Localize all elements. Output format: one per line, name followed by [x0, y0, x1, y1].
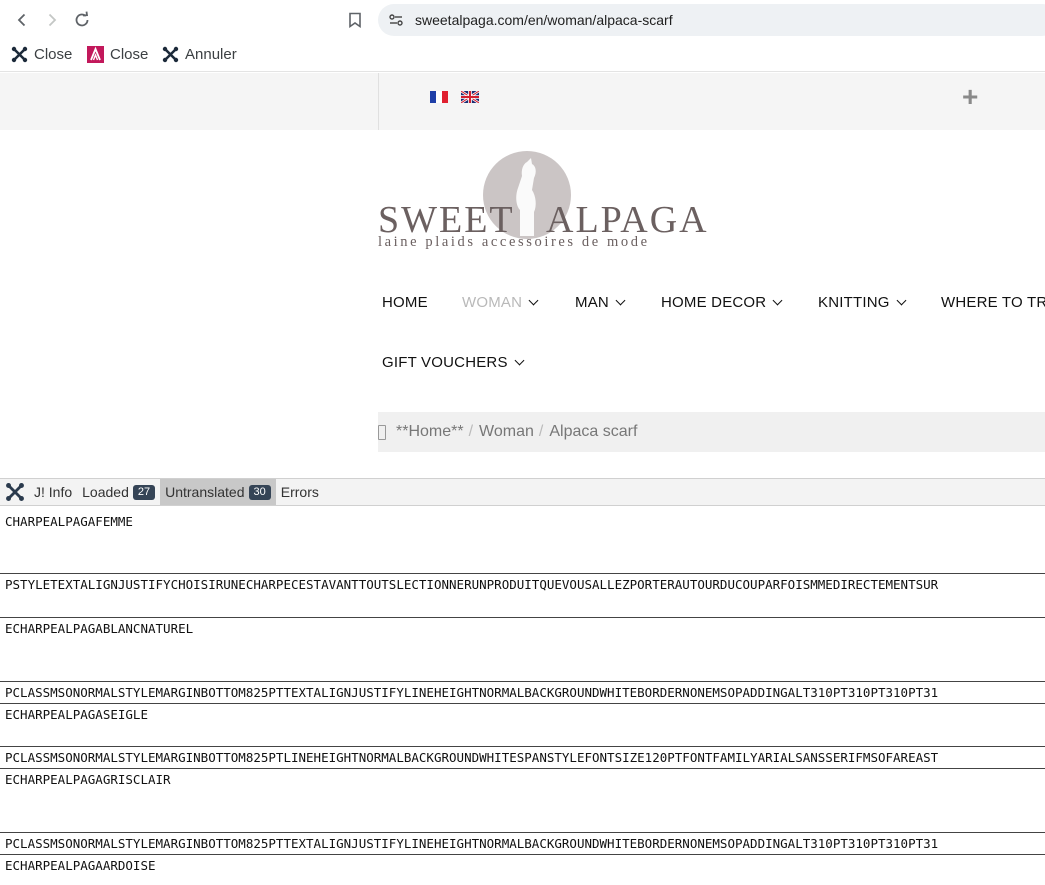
chevron-down-icon [528, 295, 539, 306]
divider [0, 832, 1045, 833]
debug-tab-label: J! Info [34, 484, 73, 500]
bookmark-label: Annuler [185, 46, 237, 63]
bookmark-icon[interactable] [343, 8, 367, 32]
site-info-icon[interactable] [388, 12, 404, 28]
menu-item-home[interactable]: HOME [382, 294, 428, 311]
divider [0, 573, 1045, 574]
plus-icon[interactable]: + [962, 81, 978, 113]
menu-item-home-decor[interactable]: HOME DECOR [661, 294, 783, 311]
forward-icon[interactable] [40, 8, 64, 32]
logo-tagline: laine plaids accessoires de mode [378, 234, 650, 250]
chevron-down-icon [615, 295, 626, 306]
menu-label: WOMAN [462, 294, 523, 311]
back-icon[interactable] [10, 8, 34, 32]
debug-tab-errors[interactable]: Errors [276, 479, 324, 505]
menu-item-where-to[interactable]: WHERE TO TR [941, 294, 1045, 311]
debug-tab-label: Loaded [82, 484, 129, 500]
divider [0, 854, 1045, 855]
breadcrumb-separator: / [468, 423, 474, 440]
list-item: PSTYLETEXTALIGNJUSTIFYCHOISIRUNECHARPECE… [5, 577, 939, 592]
chevron-down-icon [514, 355, 525, 366]
breadcrumb-current: Alpaca scarf [549, 423, 638, 440]
reload-icon[interactable] [70, 8, 94, 32]
menu-label: HOME DECOR [661, 294, 767, 311]
debug-tab-label: Untranslated [165, 484, 245, 500]
list-item: ECHARPEALPAGABLANCNATUREL [5, 621, 194, 636]
list-item: ECHARPEALPAGAGRISCLAIR [5, 772, 171, 787]
list-item: PCLASSMSONORMALSTYLEMARGINBOTTOM825PTLIN… [5, 750, 939, 765]
list-item: PCLASSMSONORMALSTYLEMARGINBOTTOM825PTTEX… [5, 836, 939, 851]
menu-label: WHERE TO TR [941, 294, 1045, 311]
list-item: CHARPEALPAGAFEMME [5, 514, 133, 529]
divider [0, 768, 1045, 769]
menu-item-knitting[interactable]: KNITTING [818, 294, 907, 311]
french-flag-icon[interactable] [430, 91, 448, 103]
divider [0, 617, 1045, 618]
divider [0, 703, 1045, 704]
menu-label: KNITTING [818, 294, 890, 311]
count-badge: 30 [248, 484, 271, 500]
home-glyph-icon [378, 424, 386, 440]
site-topbar: + [0, 73, 1045, 130]
breadcrumb-separator: / [538, 423, 544, 440]
debug-toolbar: J! Info Loaded 27 Untranslated 30 Errors [0, 478, 1045, 506]
menu-item-woman[interactable]: WOMAN [462, 294, 539, 311]
browser-toolbar: sweetalpaga.com/en/woman/alpaca-scarf [0, 0, 1045, 40]
chevron-down-icon [772, 295, 783, 306]
magenta-logo-icon [87, 46, 104, 63]
debug-tab-loaded[interactable]: Loaded 27 [77, 479, 160, 505]
bookmark-close-2[interactable]: Close [87, 46, 148, 63]
bookmark-annuler[interactable]: Annuler [162, 46, 237, 63]
bookmark-close-1[interactable]: Close [11, 46, 72, 63]
chevron-down-icon [896, 295, 907, 306]
site-logo[interactable]: SWEET ALPAGA laine plaids accessoires de… [378, 150, 707, 255]
joomla-icon [162, 46, 179, 63]
list-item: ECHARPEALPAGASEIGLE [5, 707, 148, 722]
divider [0, 681, 1045, 682]
bookmark-label: Close [34, 46, 73, 63]
breadcrumb-woman[interactable]: Woman [479, 423, 534, 441]
debug-tab-info[interactable]: J! Info [29, 479, 77, 505]
joomla-debug-icon[interactable] [0, 479, 29, 505]
debug-tab-untranslated[interactable]: Untranslated 30 [160, 479, 276, 505]
breadcrumb-home[interactable]: **Home** [396, 423, 464, 441]
url-text[interactable]: sweetalpaga.com/en/woman/alpaca-scarf [415, 12, 673, 28]
count-badge: 27 [132, 484, 156, 500]
joomla-icon [11, 46, 28, 63]
list-item: PCLASSMSONORMALSTYLEMARGINBOTTOM825PTTEX… [5, 685, 939, 700]
menu-label: HOME [382, 294, 428, 311]
address-bar[interactable]: sweetalpaga.com/en/woman/alpaca-scarf [378, 4, 1045, 36]
debug-tab-label: Errors [280, 484, 319, 500]
list-item: ECHARPEALPAGAARDOISE [5, 858, 156, 873]
menu-item-gift-vouchers[interactable]: GIFT VOUCHERS [382, 354, 525, 371]
bookmarks-bar: Close Close Annuler [0, 40, 1045, 72]
menu-label: GIFT VOUCHERS [382, 354, 508, 371]
divider [0, 746, 1045, 747]
bookmark-label: Close [110, 46, 149, 63]
menu-item-man[interactable]: MAN [575, 294, 626, 311]
divider [378, 73, 379, 130]
breadcrumb: **Home** / Woman / Alpaca scarf [378, 412, 1045, 452]
uk-flag-icon[interactable] [461, 91, 479, 103]
menu-label: MAN [575, 294, 609, 311]
